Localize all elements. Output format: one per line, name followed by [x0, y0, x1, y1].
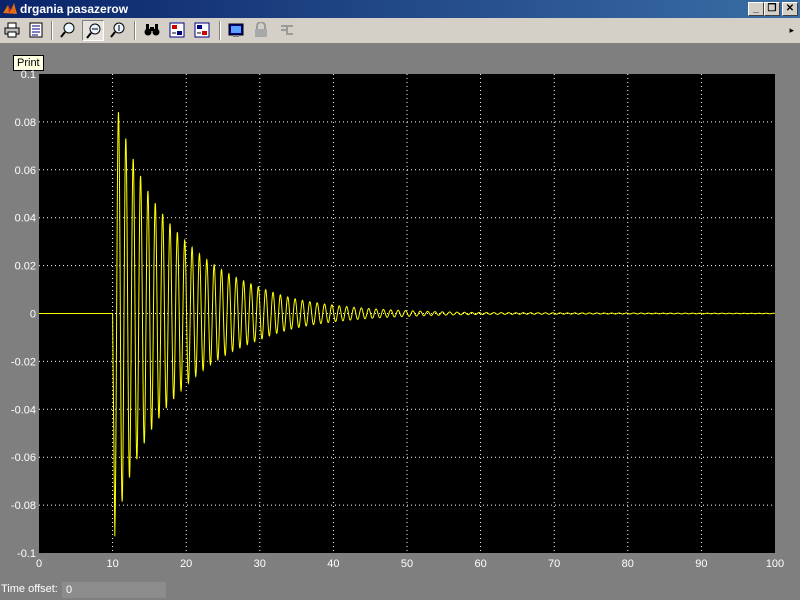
status-bar: Time offset: 0	[0, 580, 800, 600]
y-tick-label: -0.1	[17, 548, 36, 560]
toolbar-separator	[51, 21, 53, 40]
y-tick-label: -0.08	[11, 500, 36, 512]
x-tick-label: 60	[474, 558, 486, 570]
toolbar-overflow-arrow[interactable]: ▸	[789, 25, 794, 36]
zoom-button[interactable]	[57, 20, 79, 41]
floating-scope-button[interactable]	[225, 20, 247, 41]
toolbar-separator	[219, 21, 221, 40]
zoom-y-icon	[110, 22, 125, 38]
floating-scope-icon	[228, 23, 244, 37]
x-tick-label: 0	[36, 558, 42, 570]
x-tick-label: 90	[695, 558, 707, 570]
y-tick-label: 0.04	[15, 213, 36, 225]
matlab-icon	[3, 3, 17, 14]
y-tick-label: -0.06	[11, 452, 36, 464]
save-axes-icon	[169, 22, 185, 38]
y-tick-label: 0.02	[15, 261, 36, 273]
restore-button[interactable]: ❐	[764, 2, 780, 16]
lock-icon	[255, 22, 267, 37]
x-tick-label: 30	[254, 558, 266, 570]
y-tick-label: -0.02	[11, 356, 36, 368]
toolbar: ▸	[0, 18, 800, 44]
autoscale-button[interactable]	[141, 20, 163, 41]
time-offset-value: 0	[62, 582, 166, 598]
restore-axes-icon	[194, 22, 210, 38]
y-tick-label: 0	[30, 309, 36, 321]
zoom-icon	[60, 22, 75, 38]
signal-selector-icon	[281, 25, 293, 35]
scope-plot[interactable]: 0.1 0.08 0.06 0.04 0.02 0 -0.02 -0.04 -0.06 -0.08…	[0, 44, 800, 580]
title-bar: drgania pasazerow _ ❐ ✕	[0, 0, 800, 18]
save-axes-button[interactable]	[166, 20, 188, 41]
x-tick-label: 100	[766, 558, 784, 570]
minimize-button[interactable]: _	[748, 2, 764, 16]
restore-axes-button[interactable]	[191, 20, 213, 41]
x-tick-label: 50	[401, 558, 413, 570]
y-tick-label: -0.04	[11, 404, 36, 416]
x-tick-labels: 0 10 20 30 40 50 60 70 80 90 100	[36, 558, 784, 570]
lock-button[interactable]	[250, 20, 272, 41]
x-tick-label: 80	[622, 558, 634, 570]
x-tick-label: 70	[548, 558, 560, 570]
print-icon	[4, 22, 20, 38]
window-title: drgania pasazerow	[20, 2, 129, 16]
y-tick-label: 0.08	[15, 117, 36, 129]
x-tick-label: 20	[180, 558, 192, 570]
y-tick-label: 0.06	[15, 165, 36, 177]
parameters-icon	[29, 22, 43, 38]
close-button[interactable]: ✕	[782, 2, 798, 16]
parameters-button[interactable]	[25, 20, 47, 41]
zoom-y-button[interactable]	[107, 20, 129, 41]
x-tick-label: 40	[327, 558, 339, 570]
toolbar-separator	[134, 21, 136, 40]
zoom-x-icon	[86, 23, 101, 39]
signal-selector-button[interactable]	[276, 20, 298, 41]
y-tick-label: 0.1	[21, 69, 36, 81]
x-tick-label: 10	[106, 558, 118, 570]
time-offset-label: Time offset:	[1, 583, 58, 595]
zoom-x-button[interactable]	[82, 20, 104, 41]
autoscale-icon	[144, 24, 160, 36]
print-button[interactable]	[1, 20, 23, 41]
y-tick-labels: 0.1 0.08 0.06 0.04 0.02 0 -0.02 -0.04 -0.06 -0.08…	[11, 69, 36, 560]
